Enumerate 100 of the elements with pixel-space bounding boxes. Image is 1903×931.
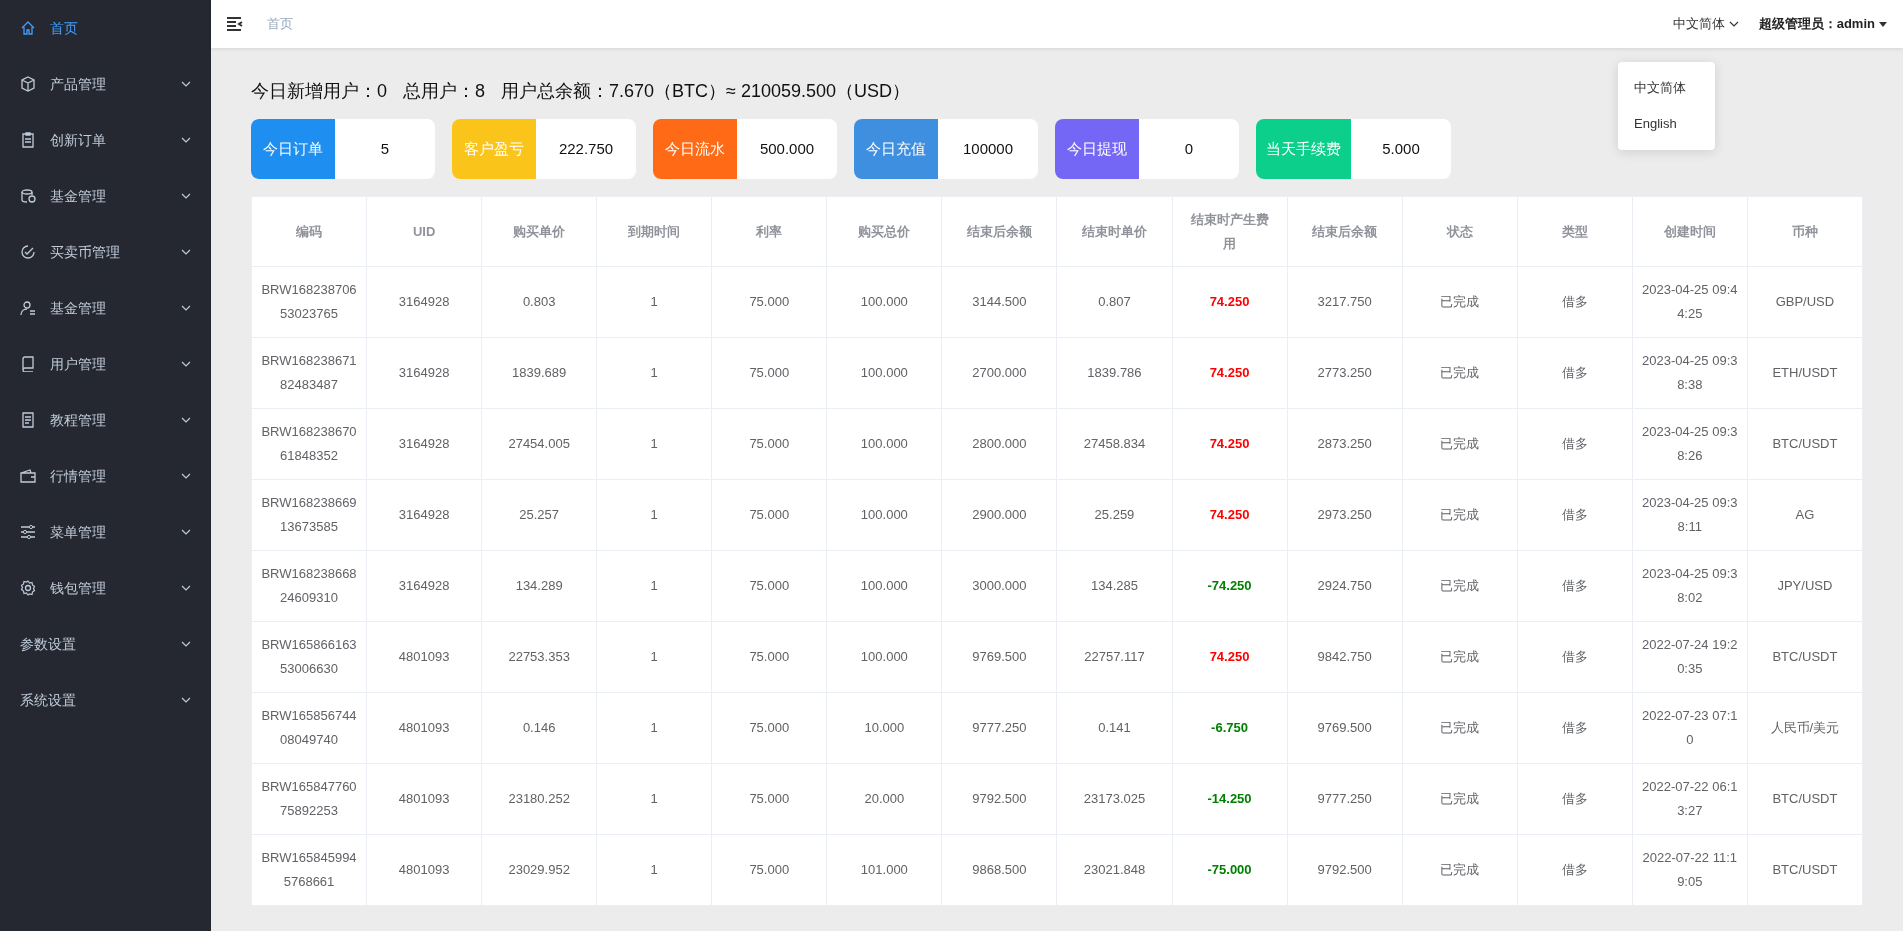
table-cell: 1 xyxy=(596,479,712,551)
column-header: UID xyxy=(366,196,482,267)
table-cell: 25.257 xyxy=(481,479,597,551)
table-cell: 1 xyxy=(596,621,712,693)
table-cell: 人民币/美元 xyxy=(1747,692,1863,764)
column-header: 利率 xyxy=(711,196,827,267)
table-cell: 3217.750 xyxy=(1287,266,1403,338)
table-cell: 2023-04-25 09:44:25 xyxy=(1632,266,1748,338)
table-cell: 75.000 xyxy=(711,834,827,906)
table-cell: 借多 xyxy=(1517,479,1633,551)
table-cell: 75.000 xyxy=(711,692,827,764)
table-cell: 9777.250 xyxy=(1287,763,1403,835)
table-cell: 2023-04-25 09:38:02 xyxy=(1632,550,1748,622)
table-cell: 75.000 xyxy=(711,621,827,693)
table-cell: 10.000 xyxy=(826,692,942,764)
summary-stat: 今日新增用户：0 xyxy=(251,80,387,103)
sidebar-item[interactable]: 产品管理 xyxy=(0,56,211,112)
table-cell: 4801093 xyxy=(366,621,482,693)
document-icon xyxy=(20,412,36,428)
table-cell: 9777.250 xyxy=(941,692,1057,764)
table-cell: 0.141 xyxy=(1056,692,1172,764)
table-cell: 2022-07-22 06:13:27 xyxy=(1632,763,1748,835)
table-cell: 1 xyxy=(596,408,712,480)
sidebar-item[interactable]: 教程管理 xyxy=(0,392,211,448)
column-header: 购买总价 xyxy=(826,196,942,267)
table-cell: 2973.250 xyxy=(1287,479,1403,551)
column-header: 结束时单价 xyxy=(1056,196,1172,267)
table-cell: 75.000 xyxy=(711,479,827,551)
table-cell: BRW1658459945768661 xyxy=(251,834,367,906)
table-cell: BRW16586616353006630 xyxy=(251,621,367,693)
column-header: 状态 xyxy=(1402,196,1518,267)
table-cell: 2022-07-23 07:10 xyxy=(1632,692,1748,764)
sidebar-item[interactable]: 系统设置 xyxy=(0,672,211,728)
table-cell: BTC/USDT xyxy=(1747,621,1863,693)
table-cell: 9868.500 xyxy=(941,834,1057,906)
table-cell: 27454.005 xyxy=(481,408,597,480)
column-header: 编码 xyxy=(251,196,367,267)
coins-icon xyxy=(20,188,36,204)
table-cell: 23029.952 xyxy=(481,834,597,906)
sidebar-item[interactable]: 行情管理 xyxy=(0,448,211,504)
sidebar-item[interactable]: 买卖币管理 xyxy=(0,224,211,280)
table-cell: 1 xyxy=(596,550,712,622)
stat-value: 222.750 xyxy=(557,138,615,159)
table-cell: 借多 xyxy=(1517,337,1633,409)
table-cell: 3144.500 xyxy=(941,266,1057,338)
table-cell: 100.000 xyxy=(826,479,942,551)
table-cell: 75.000 xyxy=(711,763,827,835)
table-cell: 2023-04-25 09:38:11 xyxy=(1632,479,1748,551)
sidebar-item[interactable]: 菜单管理 xyxy=(0,504,211,560)
language-dropdown[interactable]: 中文简体 xyxy=(1672,14,1739,34)
table-cell: 已完成 xyxy=(1402,266,1518,338)
table-cell: -14.250 xyxy=(1172,763,1288,835)
home-icon xyxy=(20,20,36,36)
sidebar-item[interactable]: 基金管理 xyxy=(0,168,211,224)
table-cell: 0.146 xyxy=(481,692,597,764)
sidebar-item[interactable]: 参数设置 xyxy=(0,616,211,672)
clipboard-icon xyxy=(20,132,36,148)
table-cell: 9769.500 xyxy=(941,621,1057,693)
table-cell: 9842.750 xyxy=(1287,621,1403,693)
sidebar-item[interactable]: 基金管理 xyxy=(0,280,211,336)
table-cell: 0.807 xyxy=(1056,266,1172,338)
table-cell: 22753.353 xyxy=(481,621,597,693)
table-cell: BRW16823866913673585 xyxy=(251,479,367,551)
table-cell: 借多 xyxy=(1517,266,1633,338)
language-option[interactable]: 中文简体 xyxy=(1618,70,1715,106)
table-cell: 74.250 xyxy=(1172,266,1288,338)
user-dropdown[interactable]: 超级管理员：admin xyxy=(1758,14,1887,34)
table-cell: 借多 xyxy=(1517,621,1633,693)
column-header: 结束后余额 xyxy=(941,196,1057,267)
table-cell: 74.250 xyxy=(1172,621,1288,693)
table-cell: 1839.689 xyxy=(481,337,597,409)
table-cell: 3164928 xyxy=(366,408,482,480)
table-cell: 22757.117 xyxy=(1056,621,1172,693)
table-cell: -6.750 xyxy=(1172,692,1288,764)
table-cell: 101.000 xyxy=(826,834,942,906)
language-option[interactable]: English xyxy=(1618,106,1715,142)
stat-value: 100000 xyxy=(961,138,1015,159)
column-header: 购买单价 xyxy=(481,196,597,267)
table-cell: 3000.000 xyxy=(941,550,1057,622)
table-cell: BRW16823870653023765 xyxy=(251,266,367,338)
sliders-icon xyxy=(20,524,36,540)
table-cell: 2700.000 xyxy=(941,337,1057,409)
menu-fold-icon[interactable] xyxy=(227,17,243,31)
table-cell: 借多 xyxy=(1517,692,1633,764)
table-cell: 27458.834 xyxy=(1056,408,1172,480)
table-cell: 74.250 xyxy=(1172,337,1288,409)
table-cell: 1 xyxy=(596,337,712,409)
table-cell: 100.000 xyxy=(826,266,942,338)
summary-stat: 用户总余额：7.670（BTC）≈ 210059.500（USD） xyxy=(501,80,911,103)
sidebar-item[interactable]: 钱包管理 xyxy=(0,560,211,616)
table-cell: BTC/USDT xyxy=(1747,763,1863,835)
table-cell: BRW16823866824609310 xyxy=(251,550,367,622)
sidebar-item[interactable]: 创新订单 xyxy=(0,112,211,168)
sidebar-item[interactable]: 首页 xyxy=(0,0,211,56)
table-cell: BRW16584776075892253 xyxy=(251,763,367,835)
sidebar-item[interactable]: 用户管理 xyxy=(0,336,211,392)
table-cell: 100.000 xyxy=(826,550,942,622)
table-cell: 2022-07-24 19:20:35 xyxy=(1632,621,1748,693)
table-cell: 借多 xyxy=(1517,408,1633,480)
table-cell: 75.000 xyxy=(711,337,827,409)
